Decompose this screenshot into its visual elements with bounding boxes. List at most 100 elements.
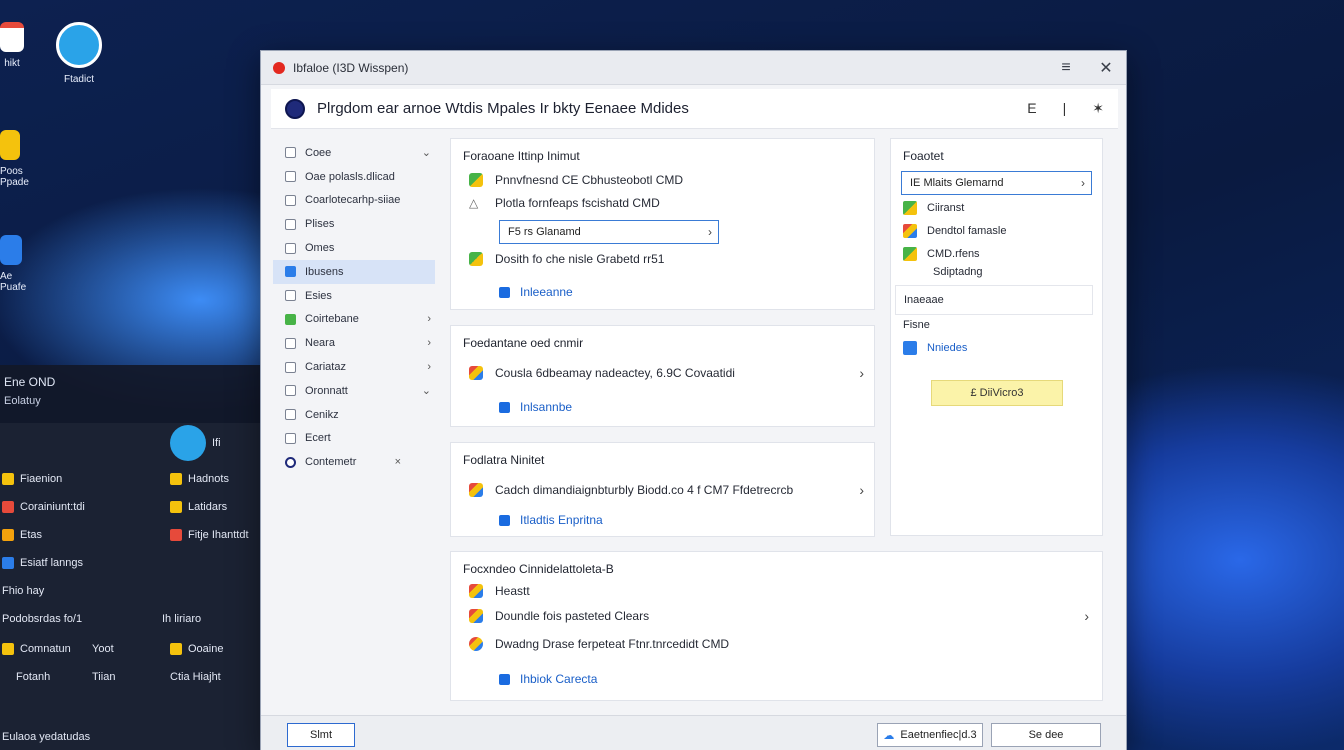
app-record-icon	[273, 61, 285, 74]
settings-icon[interactable]: ✶	[1092, 100, 1104, 117]
sidebar-item[interactable]: Coarlotecarhp-siiae	[273, 189, 435, 213]
start-item[interactable]: Fitje Ihanttdt	[170, 529, 249, 541]
menu-icon[interactable]: ≡	[1046, 59, 1086, 77]
chevron-down-icon: ⌄	[421, 385, 431, 398]
header-action-e[interactable]: E	[1027, 100, 1036, 117]
page-icon	[285, 242, 296, 254]
title-bar: Ibfaloe (I3D Wisspen) ≡ ✕	[261, 51, 1126, 85]
start-item[interactable]: Fiaenion	[2, 473, 62, 485]
app-icon	[469, 173, 483, 187]
app-icon	[56, 22, 102, 68]
right-panel-item[interactable]: Dendtol famasle	[903, 224, 1007, 238]
sidebar-item[interactable]: Plises	[273, 212, 435, 236]
start-item[interactable]: Fhio hay	[2, 585, 44, 597]
list-item[interactable]: Heastt	[469, 584, 530, 598]
sidebar-item[interactable]: Neara ›	[273, 331, 435, 355]
card-title: Fodlatra Ninitet	[463, 453, 545, 467]
page-icon	[285, 266, 296, 278]
card-link[interactable]: Itladtis Enpritna	[499, 513, 603, 527]
list-item[interactable]: Dwadng Drase ferpeteat Ftnr.tnrcedidt CM…	[469, 637, 729, 651]
start-item[interactable]: Podobsrdas fo/1	[2, 613, 82, 625]
settings-button[interactable]: Se dee	[991, 723, 1101, 747]
chevron-right-icon: ›	[427, 313, 431, 326]
list-item[interactable]: Cadch dimandiaignbturbly Biodd.co 4 f CM…	[469, 482, 864, 498]
app-icon	[469, 366, 483, 380]
page-icon	[285, 171, 296, 183]
card-link[interactable]: Ihbiok Carecta	[499, 672, 597, 686]
list-item[interactable]: Doundle fois pasteted Clears ›	[469, 608, 1089, 624]
app-icon	[903, 201, 917, 215]
sidebar-item[interactable]: Oae polasls.dlicad	[273, 165, 435, 189]
bottom-bar: Slmt ☁ Eaetnenfiec|d.3 Se dee	[261, 715, 1126, 750]
page-icon	[285, 313, 296, 325]
sidebar-item[interactable]: Oronnatt ⌄	[273, 379, 435, 403]
desktop-icon-app3[interactable]: Poos Ppade	[0, 130, 34, 188]
page-icon	[285, 194, 296, 206]
start-item[interactable]: Corainiunt:tdi	[2, 501, 85, 513]
start-item[interactable]: Hadnots	[170, 473, 229, 485]
sidebar-item[interactable]: Cenikz	[273, 403, 435, 427]
list-item[interactable]: Cousla 6dbeamay nadeactey, 6.9C Covaatid…	[469, 365, 864, 381]
right-panel-field[interactable]: IE Mlaits Glemarnd ›	[901, 171, 1092, 195]
start-item[interactable]: Fotanh	[16, 671, 50, 683]
start-item[interactable]: Tiian	[92, 671, 115, 683]
desktop-icon-app2[interactable]: Ftadict	[56, 22, 102, 85]
start-item[interactable]: Etas	[2, 529, 42, 541]
sidebar-item[interactable]: Esies	[273, 284, 435, 308]
checkbox-icon	[499, 401, 510, 413]
secondary-button[interactable]: ☁ Eaetnenfiec|d.3	[877, 723, 983, 747]
sidebar-item[interactable]: Coee ⌄	[273, 141, 435, 165]
start-item[interactable]: Ctia Hiajht	[170, 671, 221, 683]
card-link[interactable]: Inlsannbe	[499, 400, 572, 414]
chevron-right-icon: ›	[1081, 176, 1085, 190]
list-item[interactable]: △ Plotla fornfeaps fscishatd CMD	[469, 196, 660, 210]
app-icon	[2, 557, 14, 569]
desktop-icon-app1[interactable]: hikt	[0, 22, 24, 69]
start-item[interactable]: Ih liriaro	[162, 613, 201, 625]
app-icon	[2, 501, 14, 513]
warning-icon: △	[469, 196, 479, 210]
page-icon	[285, 432, 296, 444]
start-item[interactable]: Ifi	[170, 425, 221, 461]
start-item[interactable]: Esiatf lanngs	[2, 557, 83, 569]
start-item[interactable]: Ooaine	[170, 643, 223, 655]
sidebar: Coee ⌄ Oae polasls.dlicad Coarlotecarhp-s…	[273, 141, 435, 474]
right-panel-item[interactable]: Ciiranst	[903, 201, 964, 215]
list-item[interactable]: Dosith fo che nisle Grabetd rr51	[469, 252, 664, 266]
sidebar-item[interactable]: Contemetr ×	[273, 450, 435, 474]
start-item[interactable]: Eulaoa yedatudas	[2, 731, 90, 743]
sidebar-item[interactable]: Omes	[273, 236, 435, 260]
sidebar-item[interactable]: Ecert	[273, 427, 435, 451]
sidebar-item[interactable]: Coirtebane ›	[273, 308, 435, 332]
highlight-button[interactable]: £ DiiVicro3	[931, 380, 1063, 406]
desktop-icon-label: Ae Puafe	[0, 271, 27, 293]
start-button[interactable]: Slmt	[287, 723, 355, 747]
input-field[interactable]: F5 rs Glanamd ›	[499, 220, 719, 244]
app-icon	[2, 473, 14, 485]
app-icon	[469, 584, 483, 598]
start-item[interactable]: Comnatun	[2, 643, 71, 655]
start-item[interactable]: Yoot	[92, 643, 114, 655]
chevron-right-icon: ›	[1084, 608, 1089, 624]
header-title: Plrgdom ear arnoe Wtdis Mpales Ir bkty E…	[317, 100, 689, 117]
close-icon[interactable]: ✕	[1086, 58, 1126, 78]
sidebar-item[interactable]: Cariataz ›	[273, 355, 435, 379]
desktop-icon-app4[interactable]: Ae Puafe	[0, 235, 40, 293]
header-divider: |	[1062, 100, 1067, 116]
list-item[interactable]: Pnnvfnesnd CE Cbhusteobotl CMD	[469, 173, 683, 187]
desktop-icon-label: hikt	[4, 58, 20, 69]
page-icon	[285, 290, 296, 302]
checkbox-icon	[499, 673, 510, 685]
right-panel-title: Foaotet	[903, 149, 944, 163]
page-icon	[285, 147, 296, 159]
right-panel-item[interactable]: Nniedes	[903, 341, 967, 355]
sidebar-item-active[interactable]: Ibusens	[273, 259, 435, 284]
app-icon	[170, 529, 182, 541]
right-panel-item[interactable]: CMD.rfens	[903, 247, 980, 261]
start-panel-grid: Fiaenion Corainiunt:tdi Etas Esiatf lann…	[0, 423, 262, 750]
close-icon[interactable]: ×	[395, 456, 401, 468]
app-icon	[170, 643, 182, 655]
desktop-icon-label: Ftadict	[63, 74, 94, 85]
card-link[interactable]: Inleeanne	[499, 285, 573, 299]
start-item[interactable]: Latidars	[170, 501, 227, 513]
